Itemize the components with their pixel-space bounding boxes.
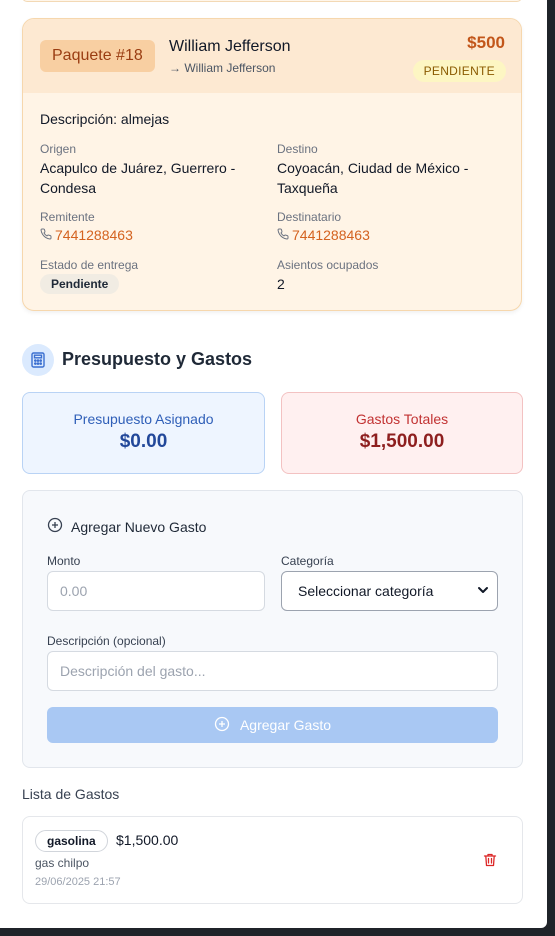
- origin-label: Origen: [40, 142, 77, 156]
- category-label: Categoría: [281, 554, 334, 568]
- assigned-budget-value: $0.00: [119, 431, 168, 452]
- recipient-phone-link[interactable]: 7441288463: [277, 227, 370, 243]
- phone-icon: [40, 227, 52, 243]
- destination-label: Destino: [277, 142, 318, 156]
- expense-date: 29/06/2025 21:57: [35, 876, 121, 888]
- expense-list-title: Lista de Gastos: [22, 786, 120, 802]
- budget-section-title: Presupuesto y Gastos: [62, 349, 253, 369]
- add-expense-heading: Agregar Nuevo Gasto: [47, 517, 206, 536]
- package-description: Descripción: almejas: [40, 111, 170, 127]
- previous-card-edge: [22, 0, 522, 2]
- sender-label: Remitente: [40, 210, 95, 224]
- category-select[interactable]: Seleccionar categoría: [281, 571, 498, 611]
- total-expenses-card: Gastos Totales $1,500.00: [281, 392, 523, 474]
- category-selected-value: Seleccionar categoría: [298, 583, 434, 599]
- total-expenses-value: $1,500.00: [359, 431, 445, 452]
- assigned-budget-label: Presupuesto Asignado: [73, 411, 214, 427]
- expense-description: gas chilpo: [35, 856, 90, 870]
- package-card[interactable]: Paquete #18 William Jefferson → William …: [22, 18, 522, 311]
- expense-category-badge: gasolina: [35, 830, 108, 852]
- sender-phone-link[interactable]: 7441288463: [40, 227, 133, 243]
- amount-label: Monto: [47, 554, 81, 568]
- app-sheet: Paquete #18 William Jefferson → William …: [0, 0, 547, 928]
- recipient-label: Destinatario: [277, 210, 342, 224]
- assigned-budget-card: Presupuesto Asignado $0.00: [22, 392, 265, 474]
- origin-value: Acapulco de Juárez, Guerrero - Condesa: [40, 160, 236, 196]
- package-client-name: William Jefferson: [169, 38, 291, 55]
- delivery-status-chip: Pendiente: [40, 274, 120, 294]
- recipient-phone: 7441288463: [292, 227, 370, 243]
- package-recipient-line: → William Jefferson: [169, 61, 276, 75]
- description-field-wrap: [47, 651, 498, 691]
- delivery-status-label: Estado de entrega: [40, 258, 139, 272]
- package-price: $500: [467, 33, 505, 52]
- calculator-icon: [22, 344, 54, 376]
- trash-icon[interactable]: [482, 852, 498, 868]
- add-expense-heading-text: Agregar Nuevo Gasto: [71, 518, 207, 535]
- sender-phone: 7441288463: [55, 227, 133, 243]
- plus-circle-icon: [47, 517, 63, 536]
- plus-circle-icon: [214, 716, 230, 735]
- destination-value: Coyoacán, Ciudad de México - Taxqueña: [277, 160, 469, 196]
- amount-field-wrap: [47, 571, 265, 611]
- add-expense-button[interactable]: Agregar Gasto: [47, 707, 498, 743]
- chevron-down-icon: [477, 572, 489, 610]
- total-expenses-label: Gastos Totales: [355, 411, 449, 427]
- amount-input[interactable]: [60, 572, 252, 610]
- add-expense-form: Agregar Nuevo Gasto Monto Categoría Sele…: [22, 490, 523, 768]
- list-item: gasolina $1,500.00 gas chilpo 29/06/2025…: [22, 816, 523, 904]
- seats-value: 2: [277, 276, 285, 292]
- phone-icon: [277, 227, 289, 243]
- package-number-badge: Paquete #18: [40, 40, 155, 72]
- description-label: Descripción (opcional): [47, 634, 166, 648]
- expense-amount: $1,500.00: [116, 832, 179, 848]
- package-status-badge: PENDIENTE: [412, 60, 506, 82]
- seats-label: Asientos ocupados: [277, 258, 379, 272]
- description-input[interactable]: [60, 652, 485, 690]
- add-expense-button-label: Agregar Gasto: [239, 717, 332, 733]
